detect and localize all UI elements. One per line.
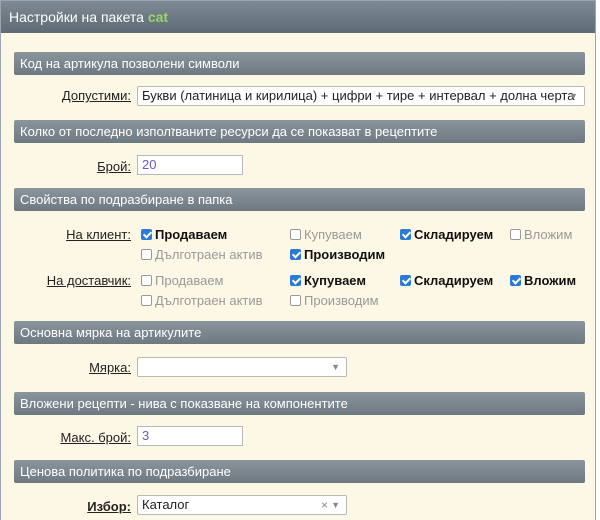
checkbox-checked-icon[interactable] <box>400 275 411 286</box>
count-label: Брой: <box>97 159 131 174</box>
panel-title-text: Настройки на пакета <box>9 9 144 25</box>
client-checkbox[interactable]: Купуваем <box>290 227 362 243</box>
allowed-chars-select[interactable]: Букви (латиница и кирилица) + цифри + ти… <box>137 86 585 106</box>
section-folder-defaults: Свойства по подразбиране в папка <box>14 188 585 211</box>
checkbox-unchecked-icon[interactable] <box>290 229 301 240</box>
chevron-down-icon: ▼ <box>331 500 340 510</box>
supplier-checkbox[interactable]: Дълготраен актив <box>141 293 263 309</box>
client-checkbox-label: Продаваем <box>155 227 228 242</box>
measure-select[interactable]: ▼ <box>137 357 347 377</box>
client-checkbox-label: Вложим <box>524 227 573 242</box>
checkbox-unchecked-icon[interactable] <box>141 295 152 306</box>
max-count-label: Макс. брой: <box>60 430 131 445</box>
client-label: На клиент: <box>66 227 131 242</box>
choice-label: Избор: <box>87 499 131 514</box>
client-checkbox[interactable]: Продаваем <box>141 227 227 243</box>
checkbox-unchecked-icon[interactable] <box>141 249 152 260</box>
supplier-label: На доставчик: <box>46 273 131 288</box>
checkbox-checked-icon[interactable] <box>510 275 521 286</box>
supplier-checkbox[interactable]: Купуваем <box>290 273 366 289</box>
checkbox-checked-icon[interactable] <box>290 249 301 260</box>
checkbox-unchecked-icon[interactable] <box>141 275 152 286</box>
supplier-checkbox-label: Складируем <box>414 273 494 288</box>
settings-panel: Настройки на пакета cat Код на артикула … <box>0 0 596 520</box>
checkbox-checked-icon[interactable] <box>400 229 411 240</box>
client-checkbox[interactable]: Производим <box>290 247 385 263</box>
supplier-checkbox-label: Дълготраен актив <box>155 293 263 308</box>
client-checkbox-label: Складируем <box>414 227 494 242</box>
client-checkbox-label: Дълготраен актив <box>155 247 263 262</box>
chevron-down-icon: ▼ <box>569 91 578 101</box>
chevron-down-icon: ▼ <box>331 362 340 372</box>
client-checkbox[interactable]: Дълготраен актив <box>141 247 263 263</box>
allowed-chars-value: Букви (латиница и кирилица) + цифри + ти… <box>142 88 575 103</box>
supplier-checkbox-label: Производим <box>304 293 379 308</box>
section-article-code: Код на артикула позволени символи <box>14 52 585 75</box>
supplier-checkbox-label: Вложим <box>524 273 577 288</box>
section-nested-recipes: Вложени рецепти - нива с показване на ко… <box>14 392 585 415</box>
supplier-checkbox[interactable]: Продаваем <box>141 273 224 289</box>
pricing-select[interactable]: Каталог × ▼ <box>137 495 347 515</box>
measure-label: Мярка: <box>89 360 131 375</box>
checkbox-unchecked-icon[interactable] <box>510 229 521 240</box>
client-checkbox[interactable]: Вложим <box>510 227 572 243</box>
supplier-checkbox[interactable]: Производим <box>290 293 379 309</box>
section-pricing: Ценова политика по подразбиране <box>14 460 585 483</box>
supplier-checkbox-label: Продаваем <box>155 273 224 288</box>
checkbox-checked-icon[interactable] <box>141 229 152 240</box>
client-checkbox-label: Купуваем <box>304 227 362 242</box>
checkbox-unchecked-icon[interactable] <box>290 295 301 306</box>
client-checkbox-label: Производим <box>304 247 386 262</box>
pricing-value: Каталог <box>142 497 190 512</box>
allowed-label: Допустими: <box>61 88 131 103</box>
package-name: cat <box>147 9 169 25</box>
client-checkbox[interactable]: Складируем <box>400 227 493 243</box>
supplier-checkbox[interactable]: Вложим <box>510 273 576 289</box>
section-base-measure: Основна мярка на артикулите <box>14 321 585 344</box>
section-recent-resources: Колко от последно изполזваните ресурси д… <box>14 120 585 143</box>
supplier-checkbox[interactable]: Складируем <box>400 273 493 289</box>
checkbox-checked-icon[interactable] <box>290 275 301 286</box>
max-count-input[interactable]: 3 <box>137 426 243 446</box>
recent-count-input[interactable]: 20 <box>137 155 243 175</box>
supplier-checkbox-label: Купуваем <box>304 273 366 288</box>
clear-icon[interactable]: × <box>321 496 328 514</box>
panel-title: Настройки на пакета cat <box>1 1 595 33</box>
